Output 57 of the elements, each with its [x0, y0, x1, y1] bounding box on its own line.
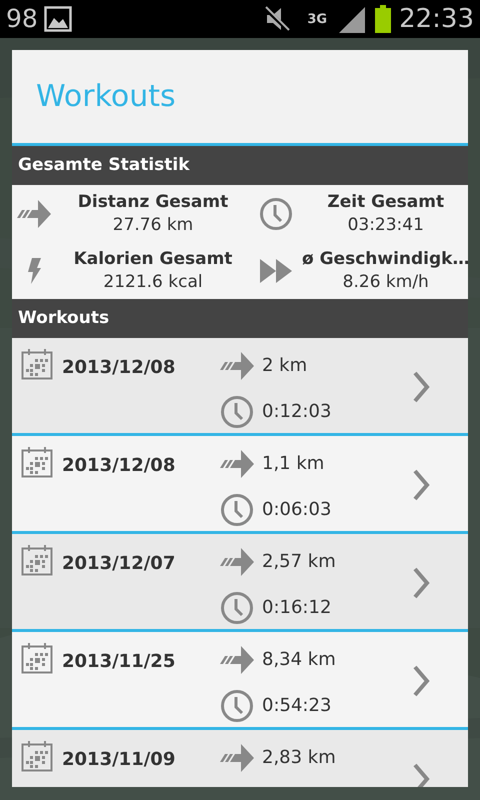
- chevron-right-icon: [412, 371, 430, 403]
- stat-value: 03:23:41: [346, 214, 425, 236]
- battery-icon: [375, 5, 392, 33]
- clock-icon: [220, 492, 254, 526]
- clock-icon: [220, 394, 254, 428]
- workout-date: 2013/11/25: [62, 650, 176, 674]
- workout-duration: 0:54:23: [262, 694, 332, 718]
- workout-row[interactable]: 2013/12/07 2,57 km 0:16:12: [12, 534, 468, 632]
- workout-duration: 0:06:03: [262, 498, 332, 522]
- chevron-right-icon: [412, 665, 430, 697]
- workout-duration: 0:16:12: [262, 596, 332, 620]
- signal-icon: [337, 5, 368, 33]
- chevron-right-icon: [412, 763, 430, 787]
- fast-forward-icon: [260, 258, 292, 282]
- clock-icon: [259, 196, 293, 230]
- calendar-icon: [21, 544, 53, 576]
- calendar-icon: [21, 348, 53, 380]
- workout-row[interactable]: 2013/12/08 2 km 0:12:03: [12, 338, 468, 436]
- workout-duration: 0:12:03: [262, 400, 332, 424]
- network-label: 3G: [307, 12, 328, 26]
- stat-value: 8.26 km/h: [342, 270, 430, 293]
- clock-icon: [220, 688, 254, 722]
- workout-date: 2013/12/08: [62, 356, 176, 380]
- stat-value: 2121.6 kcal: [102, 270, 204, 293]
- workout-distance: 1,1 km: [262, 452, 326, 476]
- chevron-right-icon: [412, 469, 430, 501]
- stat-value: 27.76 km: [112, 214, 194, 236]
- clock-time: 22:33: [399, 2, 474, 36]
- calendar-icon: [21, 446, 53, 478]
- image-icon: [44, 6, 72, 32]
- arrow-icon: [219, 350, 255, 380]
- stat-label: Distanz Gesamt: [76, 191, 230, 214]
- workout-distance: 2 km: [262, 354, 308, 378]
- lightning-icon: [26, 258, 42, 284]
- arrow-icon: [219, 644, 255, 674]
- workout-date: 2013/12/08: [62, 454, 176, 478]
- stat-label: Kalorien Gesamt: [72, 248, 234, 270]
- workout-date: 2013/11/09: [62, 748, 176, 772]
- workout-distance: 2,83 km: [262, 746, 337, 770]
- workout-row[interactable]: 2013/11/09 2,83 km: [12, 730, 468, 787]
- arrow-icon: [219, 742, 255, 772]
- workout-distance: 2,57 km: [262, 550, 337, 574]
- workout-date: 2013/12/07: [62, 552, 176, 576]
- calendar-icon: [21, 642, 53, 674]
- notification-count: 98: [6, 3, 38, 36]
- clock-icon: [220, 590, 254, 624]
- stat-label: Zeit Gesamt: [326, 191, 446, 214]
- chevron-right-icon: [412, 567, 430, 599]
- section-header: Workouts: [12, 299, 468, 338]
- arrow-icon: [16, 198, 52, 228]
- mute-icon: [263, 5, 292, 33]
- stat-label: ø Geschwindigk…: [302, 248, 468, 270]
- arrow-icon: [219, 546, 255, 576]
- calendar-icon: [21, 740, 53, 772]
- arrow-icon: [219, 448, 255, 478]
- workout-distance: 8,34 km: [262, 648, 337, 672]
- section-header: Gesamte Statistik: [12, 146, 468, 185]
